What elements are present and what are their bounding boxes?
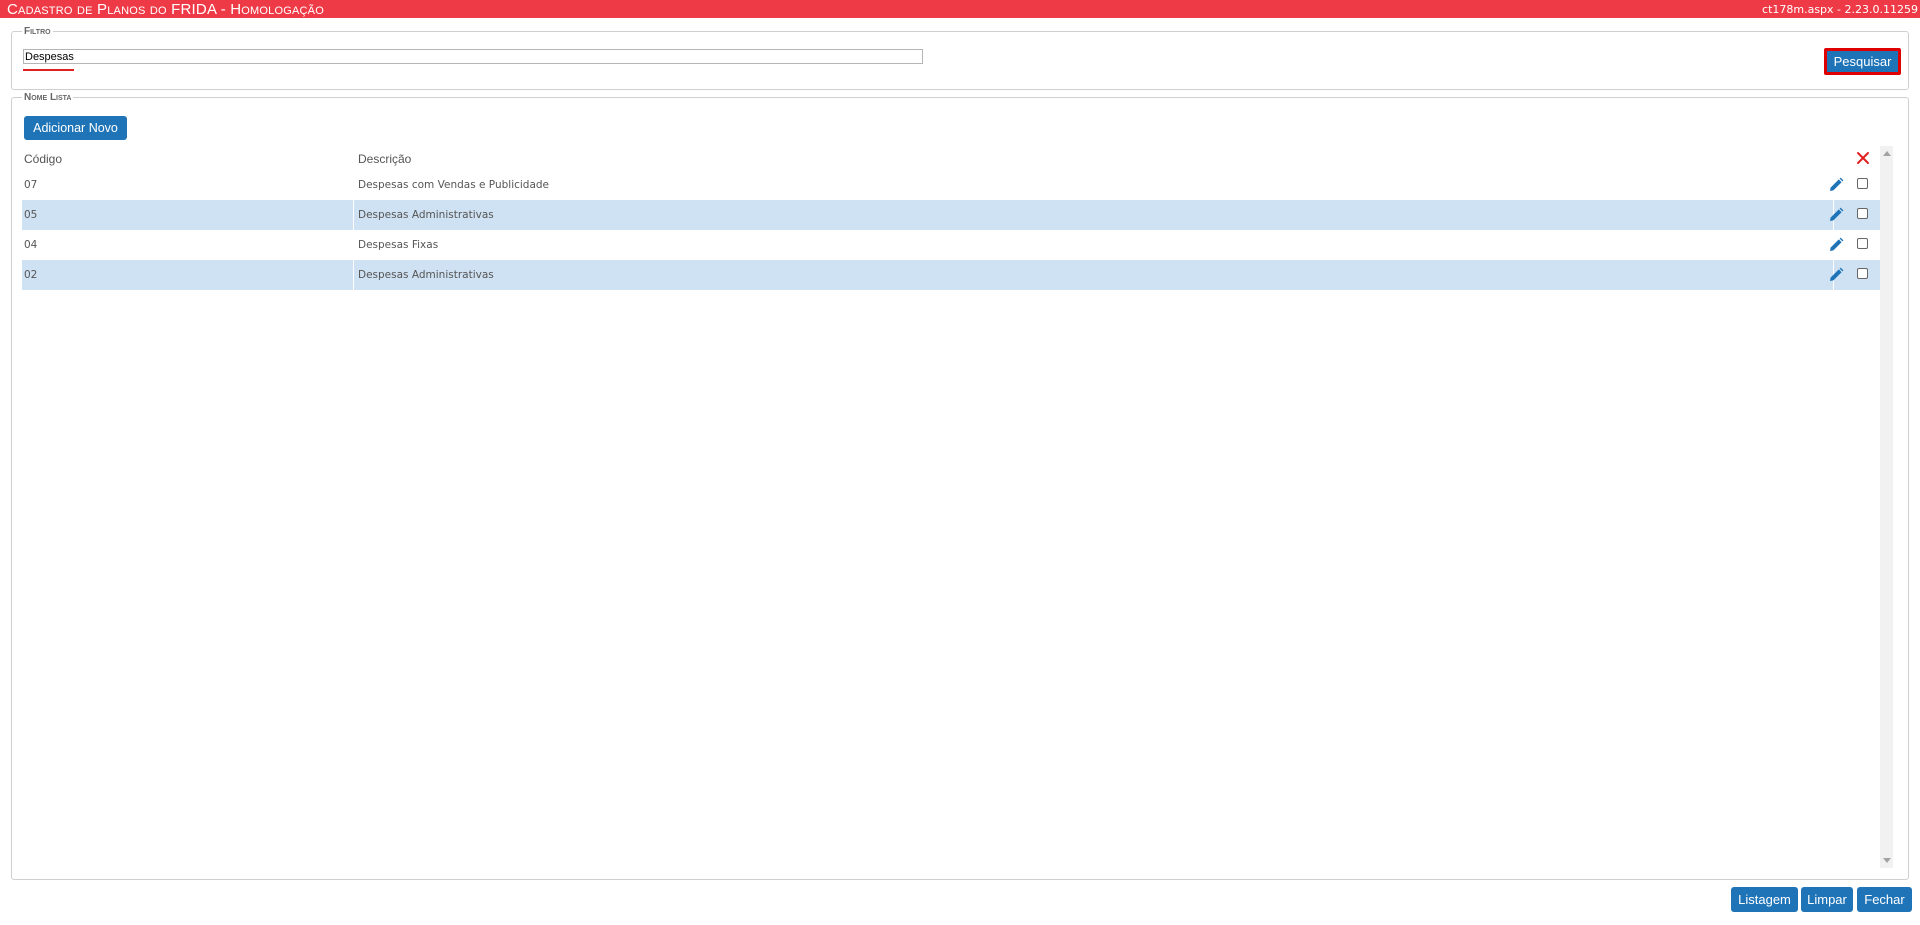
row-code: 04	[24, 230, 354, 260]
table-header: Código Descrição	[22, 150, 1880, 170]
pencil-icon[interactable]	[1828, 177, 1844, 193]
close-icon[interactable]	[1855, 150, 1871, 166]
row-description: Despesas Administrativas	[356, 200, 1834, 230]
row-checkbox[interactable]	[1857, 238, 1868, 249]
fechar-button[interactable]: Fechar	[1857, 887, 1912, 912]
row-checkbox[interactable]	[1857, 208, 1868, 219]
table-row[interactable]: 02 Despesas Administrativas	[22, 260, 1880, 290]
results-table: Código Descrição 07 Despesas com Vendas …	[22, 150, 1880, 290]
table-row[interactable]: 05 Despesas Administrativas	[22, 200, 1880, 230]
table-row[interactable]: 04 Despesas Fixas	[22, 230, 1880, 260]
column-header-code[interactable]: Código	[24, 152, 62, 166]
search-button[interactable]: Pesquisar	[1824, 48, 1901, 75]
scroll-down-arrow[interactable]	[1883, 858, 1891, 863]
row-description: Despesas Administrativas	[356, 260, 1834, 290]
pencil-icon[interactable]	[1828, 207, 1844, 223]
scroll-up-arrow[interactable]	[1883, 151, 1891, 156]
table-row[interactable]: 07 Despesas com Vendas e Publicidade	[22, 170, 1880, 200]
title-bar: Cadastro de Planos do FRIDA - Homologaçã…	[0, 0, 1920, 18]
add-new-button[interactable]: Adicionar Novo	[24, 116, 127, 140]
limpar-button[interactable]: Limpar	[1801, 887, 1853, 912]
pencil-icon[interactable]	[1828, 267, 1844, 283]
pencil-icon[interactable]	[1828, 237, 1844, 253]
row-checkbox[interactable]	[1857, 268, 1868, 279]
row-code: 05	[24, 200, 354, 230]
filter-input[interactable]	[23, 49, 923, 64]
row-description: Despesas com Vendas e Publicidade	[356, 170, 1834, 200]
list-legend: Nome Lista	[24, 92, 72, 103]
filter-legend: Filtro	[24, 26, 51, 37]
row-checkbox[interactable]	[1857, 178, 1868, 189]
row-code: 02	[24, 260, 354, 290]
row-code: 07	[24, 170, 354, 200]
page-title: Cadastro de Planos do FRIDA - Homologaçã…	[7, 0, 324, 18]
column-header-description[interactable]: Descrição	[358, 152, 411, 166]
listagem-button[interactable]: Listagem	[1731, 887, 1798, 912]
row-description: Despesas Fixas	[356, 230, 1834, 260]
spellcheck-underline	[23, 69, 74, 71]
version-label: ct178m.aspx - 2.23.0.11259	[1762, 2, 1918, 16]
table-scrollbar[interactable]	[1880, 146, 1893, 868]
